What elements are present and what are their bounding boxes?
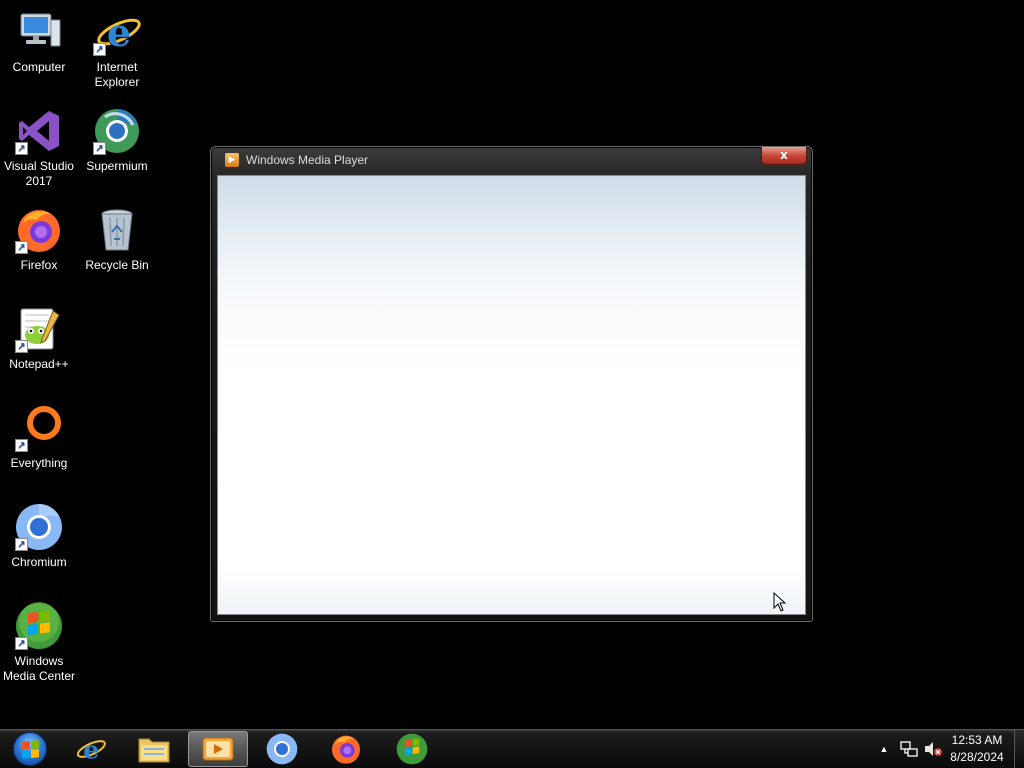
shortcut-arrow-icon: ↗ (15, 538, 28, 551)
desktop-icon-firefox[interactable]: ↗ Firefox (0, 206, 78, 273)
shortcut-arrow-icon: ↗ (15, 241, 28, 254)
taskbar-firefox[interactable] (316, 731, 376, 767)
network-status[interactable] (898, 730, 920, 768)
windows-media-player-window[interactable]: ▶ Windows Media Player x (210, 146, 813, 622)
windows-start-orb-icon (13, 732, 47, 766)
desktop-icon-label: Recycle Bin (85, 258, 149, 272)
desktop-icon-label: Notepad++ (9, 357, 69, 371)
internet-explorer-icon: e (76, 734, 106, 764)
window-title: Windows Media Player (246, 153, 369, 167)
desktop-icon-internet-explorer[interactable]: e ↗ Internet Explorer (78, 8, 156, 90)
windows-media-center-icon: ↗ (15, 602, 63, 650)
chromium-icon: ↗ (15, 503, 63, 551)
svg-text:e: e (107, 10, 131, 55)
volume-control[interactable] (922, 730, 944, 768)
desktop-icon-label: Everything (10, 456, 68, 470)
shortcut-arrow-icon: ↗ (15, 340, 28, 353)
desktop-icon-recycle-bin[interactable]: Recycle Bin (78, 206, 156, 273)
firefox-icon: ↗ (15, 206, 63, 254)
windows-media-center-icon (396, 733, 428, 765)
close-button[interactable]: x (761, 147, 807, 165)
start-button[interactable] (0, 731, 60, 767)
shortcut-arrow-icon: ↗ (15, 637, 28, 650)
taskbar-chromium[interactable] (252, 731, 312, 767)
taskbar-windows-media-player[interactable] (188, 731, 248, 767)
taskbar-windows-media-center[interactable] (382, 731, 442, 767)
show-hidden-icons-button[interactable]: ▲ (876, 730, 892, 768)
network-icon (900, 741, 918, 757)
computer-icon (15, 8, 63, 56)
shortcut-arrow-icon: ↗ (15, 142, 28, 155)
desktop: Computer e ↗ Internet Explorer ↗ Visual … (0, 0, 1024, 729)
volume-muted-icon (925, 742, 942, 756)
folder-icon (138, 738, 170, 763)
media-player-icon: ▶ (225, 153, 239, 167)
firefox-icon (332, 735, 360, 764)
desktop-icon-visual-studio[interactable]: ↗ Visual Studio 2017 (0, 107, 78, 189)
desktop-icon-label: Windows Media Center (2, 654, 76, 683)
shortcut-arrow-icon: ↗ (93, 142, 106, 155)
desktop-icon-windows-media-center[interactable]: ↗ Windows Media Center (0, 602, 78, 684)
clock-date: 8/28/2024 (950, 750, 1004, 764)
clock-time: 12:53 AM (951, 733, 1003, 747)
shortcut-arrow-icon: ↗ (93, 43, 106, 56)
shortcut-arrow-icon: ↗ (15, 439, 28, 452)
visual-studio-icon: ↗ (15, 107, 63, 155)
window-client-area[interactable] (217, 175, 806, 615)
mouse-cursor-icon (773, 592, 787, 612)
taskbar-internet-explorer[interactable]: e (60, 731, 120, 767)
desktop-icon-everything[interactable]: ↗ Everything (0, 404, 78, 471)
show-desktop-button[interactable] (1014, 730, 1024, 768)
chromium-icon (266, 733, 298, 765)
desktop-icon-label: Computer (12, 60, 66, 74)
desktop-icon-label: Firefox (20, 258, 58, 272)
svg-text:e: e (83, 734, 99, 764)
recycle-bin-icon (93, 206, 141, 254)
desktop-icon-label: Chromium (11, 555, 67, 569)
taskbar-windows-explorer[interactable] (124, 731, 184, 767)
taskbar: e ▲ 12:53 AM 8/28/2024 (0, 729, 1024, 768)
desktop-icon-supermium[interactable]: ↗ Supermium (78, 107, 156, 174)
supermium-icon: ↗ (93, 107, 141, 155)
everything-icon: ↗ (15, 404, 63, 452)
desktop-icon-notepad-plus-plus[interactable]: ↗ Notepad++ (0, 305, 78, 372)
desktop-icon-computer[interactable]: Computer (0, 8, 78, 75)
desktop-icon-label: Internet Explorer (94, 60, 140, 89)
notepad-plus-plus-icon: ↗ (15, 305, 63, 353)
desktop-icon-chromium[interactable]: ↗ Chromium (0, 503, 78, 570)
taskbar-clock[interactable]: 12:53 AM 8/28/2024 (944, 732, 1010, 766)
media-player-icon (202, 737, 234, 761)
desktop-icon-label: Supermium (86, 159, 148, 173)
desktop-icon-label: Visual Studio 2017 (4, 159, 74, 188)
internet-explorer-icon: e ↗ (93, 8, 141, 56)
